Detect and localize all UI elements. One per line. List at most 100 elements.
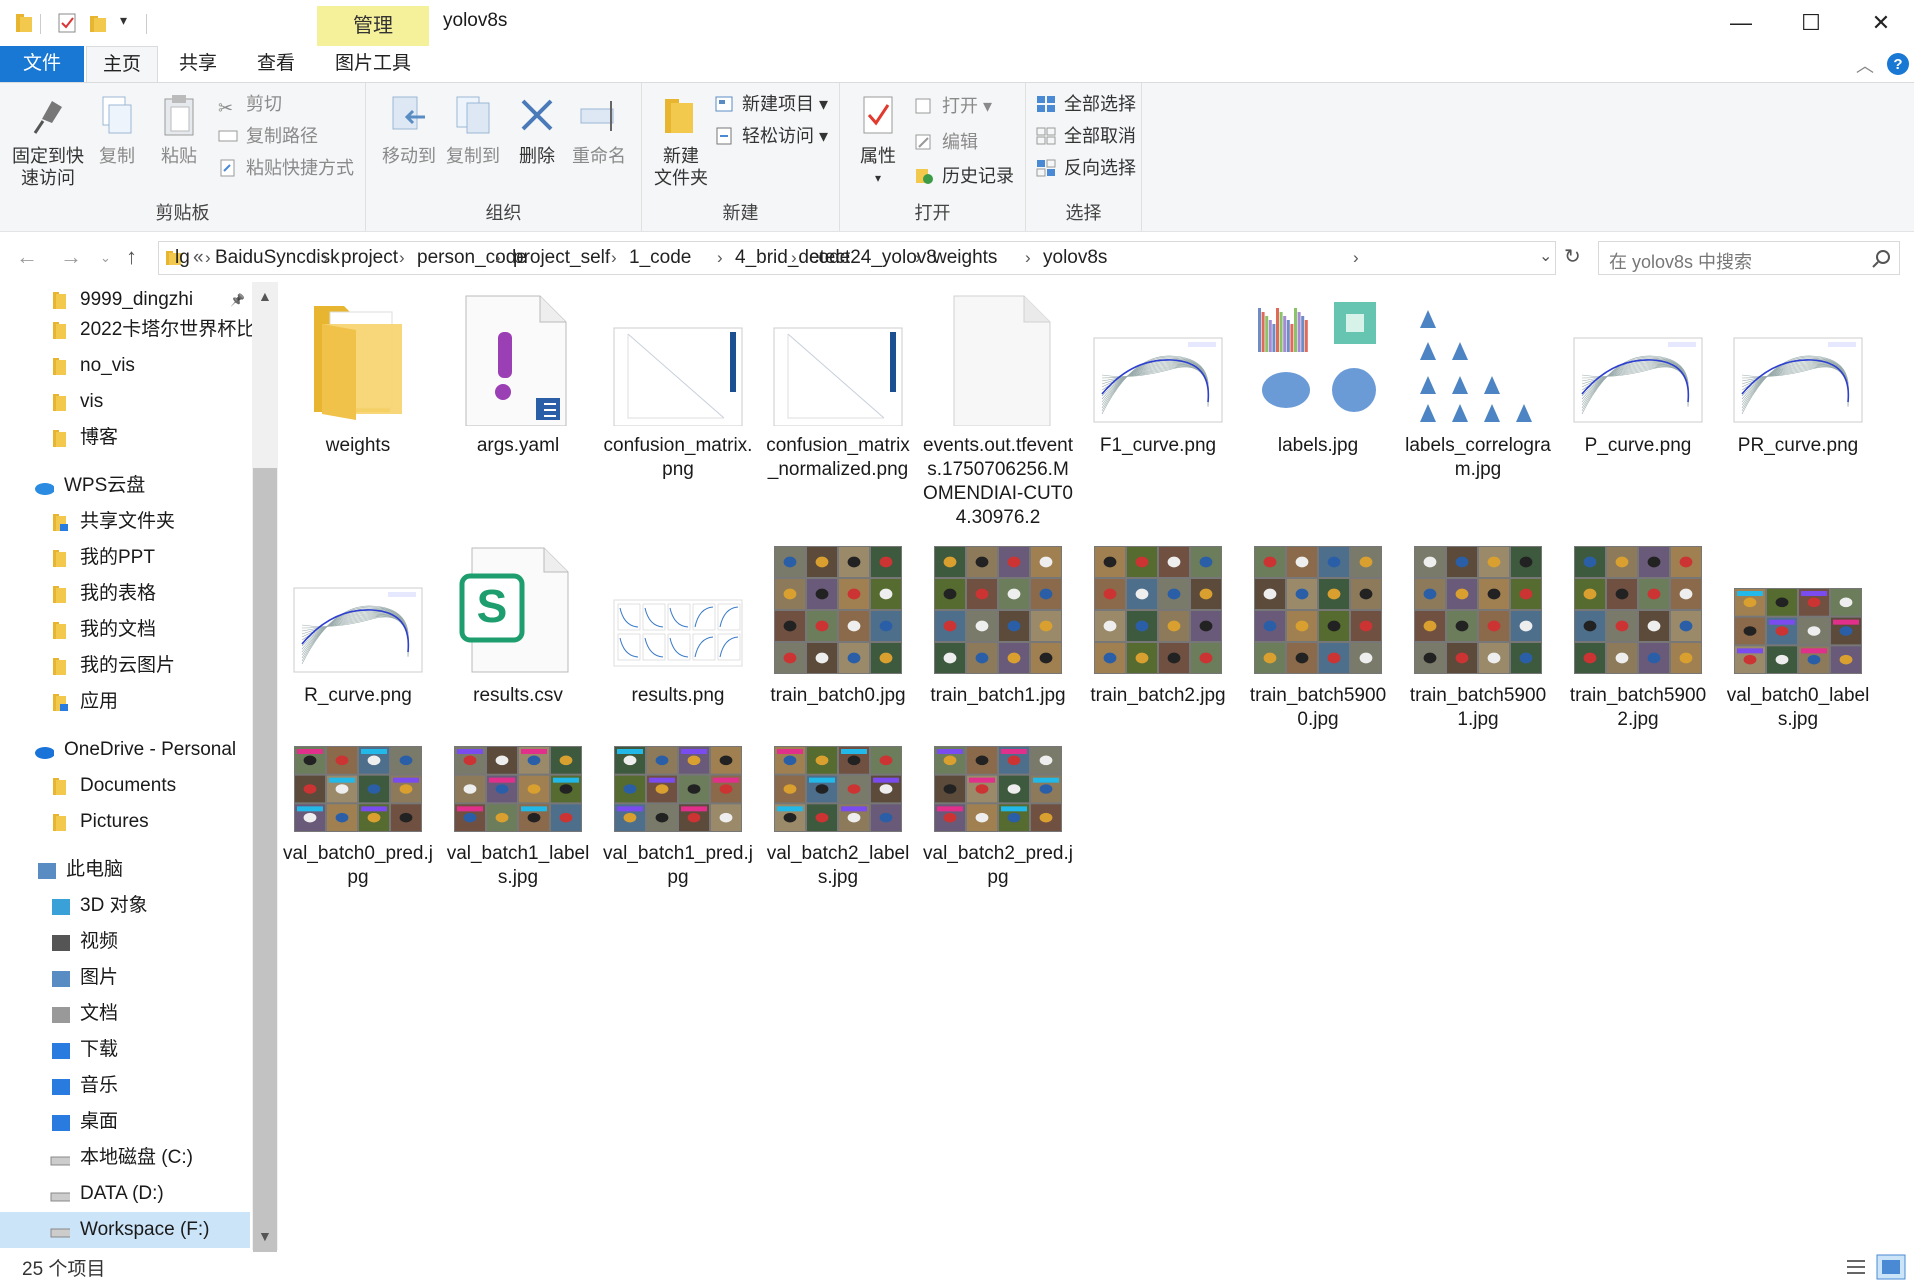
cut-button[interactable]: ✂ 剪切: [218, 91, 282, 118]
file-item[interactable]: val_batch2_labels.jpg: [762, 702, 914, 932]
invert-selection-button[interactable]: 反向选择: [1036, 155, 1136, 181]
breadcrumb-overflow[interactable]: «: [193, 242, 204, 274]
breadcrumb-item[interactable]: project: [341, 242, 398, 274]
new-folder-icon[interactable]: [88, 12, 110, 34]
chevron-right-icon[interactable]: ›: [1025, 242, 1031, 274]
file-item[interactable]: val_batch1_labels.jpg: [442, 702, 594, 932]
sidebar-item[interactable]: 我的表格: [0, 576, 250, 612]
sidebar-item[interactable]: 2022卡塔尔世界杯比赛: [0, 312, 274, 348]
address-dropdown-icon[interactable]: ⌄: [1539, 246, 1552, 266]
breadcrumb-item[interactable]: person_code: [417, 242, 527, 274]
close-button[interactable]: ✕: [1846, 0, 1914, 46]
move-to-button[interactable]: 移动到: [374, 89, 444, 167]
sidebar-item[interactable]: vis: [0, 384, 250, 420]
sidebar-item[interactable]: Documents: [0, 768, 250, 804]
tab-picture-tools[interactable]: 图片工具: [318, 46, 428, 82]
recent-locations-icon[interactable]: ⌄: [100, 250, 111, 266]
sidebar-item[interactable]: Pictures: [0, 804, 250, 840]
file-item[interactable]: labels_correlogram.jpg: [1402, 294, 1554, 524]
sidebar-item[interactable]: 我的PPT: [0, 540, 250, 576]
breadcrumb-item[interactable]: lg: [175, 242, 190, 274]
minimize-button[interactable]: —: [1706, 0, 1776, 46]
chevron-right-icon[interactable]: ›: [915, 242, 921, 274]
context-tab-manage[interactable]: 管理: [317, 6, 429, 46]
file-item[interactable]: weights: [282, 294, 434, 524]
file-item[interactable]: args.yaml: [442, 294, 594, 524]
sidebar-item[interactable]: 视频: [0, 924, 250, 960]
file-item[interactable]: labels.jpg: [1242, 294, 1394, 524]
file-item[interactable]: F1_curve.png: [1082, 294, 1234, 524]
chevron-right-icon[interactable]: ›: [611, 242, 617, 274]
sidebar-item[interactable]: 图片: [0, 960, 250, 996]
pin-quick-access-button[interactable]: 固定到快 速访问: [8, 89, 88, 189]
select-all-button[interactable]: 全部选择: [1036, 91, 1136, 117]
properties-button[interactable]: 属性 ▾: [848, 89, 908, 189]
maximize-button[interactable]: ☐: [1776, 0, 1846, 46]
edit-button[interactable]: 编辑: [914, 129, 978, 155]
tab-home[interactable]: 主页: [86, 46, 158, 82]
file-item[interactable]: PR_curve.png: [1722, 294, 1874, 524]
sidebar-item[interactable]: 本地磁盘 (C:): [0, 1140, 250, 1176]
new-item-button[interactable]: 新建项目 ▾: [714, 91, 828, 117]
file-item[interactable]: train_batch2.jpg: [1082, 544, 1234, 774]
tab-file[interactable]: 文件: [0, 46, 84, 82]
file-item[interactable]: val_batch2_pred.jpg: [922, 702, 1074, 932]
chevron-right-icon[interactable]: ›: [717, 242, 723, 274]
chevron-right-icon[interactable]: ›: [495, 242, 501, 274]
paste-button[interactable]: 粘贴: [146, 89, 212, 167]
sidebar-item[interactable]: 我的云图片: [0, 648, 250, 684]
history-button[interactable]: 历史记录: [914, 163, 1014, 189]
properties-icon[interactable]: [56, 12, 78, 34]
sidebar-item[interactable]: 我的文档: [0, 612, 250, 648]
back-arrow-icon[interactable]: ←: [16, 244, 38, 270]
breadcrumb-item[interactable]: 1_code: [629, 242, 691, 274]
breadcrumb-item[interactable]: yolov8s: [1043, 242, 1107, 274]
file-item[interactable]: train_batch59000.jpg: [1242, 544, 1394, 774]
sidebar-item[interactable]: 文档: [0, 996, 250, 1032]
scroll-down-icon[interactable]: ▼: [258, 1228, 272, 1244]
up-arrow-icon[interactable]: ↑: [126, 244, 137, 270]
chevron-right-icon[interactable]: ›: [323, 242, 329, 274]
chevron-right-icon[interactable]: ›: [399, 242, 405, 274]
sidebar-item[interactable]: Workspace (F:): [0, 1212, 250, 1248]
sidebar-item[interactable]: 桌面: [0, 1104, 250, 1140]
file-item[interactable]: val_batch0_labels.jpg: [1722, 544, 1874, 774]
file-item[interactable]: train_batch59002.jpg: [1562, 544, 1714, 774]
open-button[interactable]: 打开 ▾: [914, 93, 992, 119]
copy-button[interactable]: 复制: [84, 89, 150, 167]
sidebar-item[interactable]: WPS云盘: [0, 468, 250, 504]
rename-button[interactable]: 重命名: [564, 89, 634, 167]
collapse-ribbon-icon[interactable]: ︿: [1856, 52, 1874, 78]
sidebar-item[interactable]: 应用: [0, 684, 250, 720]
large-icons-view-icon[interactable]: [1876, 1254, 1906, 1280]
select-none-button[interactable]: 全部取消: [1036, 123, 1136, 149]
chevron-right-icon[interactable]: ›: [205, 242, 211, 274]
customize-qat-icon[interactable]: ▾: [120, 12, 127, 29]
sidebar-item[interactable]: 此电脑: [0, 852, 250, 888]
copy-path-button[interactable]: 复制路径: [218, 123, 318, 149]
new-folder-button[interactable]: 新建 文件夹: [646, 89, 716, 189]
sidebar-item[interactable]: 共享文件夹: [0, 504, 250, 540]
scroll-up-icon[interactable]: ▲: [258, 288, 272, 304]
refresh-icon[interactable]: ↻: [1564, 244, 1581, 269]
tab-view[interactable]: 查看: [238, 46, 314, 82]
sidebar-item[interactable]: 音乐: [0, 1068, 250, 1104]
sidebar-item[interactable]: DATA (D:): [0, 1176, 250, 1212]
file-item[interactable]: confusion_matrix.png: [602, 294, 754, 524]
tab-share[interactable]: 共享: [160, 46, 236, 82]
paste-shortcut-button[interactable]: 粘贴快捷方式: [218, 155, 354, 181]
file-item[interactable]: val_batch0_pred.jpg: [282, 702, 434, 932]
help-icon[interactable]: ?: [1886, 52, 1910, 76]
chevron-right-icon[interactable]: ›: [791, 242, 797, 274]
chevron-right-icon[interactable]: ›: [1353, 242, 1359, 274]
search-input[interactable]: 在 yolov8s 中搜索: [1598, 241, 1900, 275]
file-item[interactable]: confusion_matrix_normalized.png: [762, 294, 914, 524]
file-item[interactable]: train_batch59001.jpg: [1402, 544, 1554, 774]
delete-button[interactable]: 删除: [504, 89, 570, 167]
sidebar-scrollbar-thumb[interactable]: [253, 468, 277, 1252]
sidebar-item[interactable]: OneDrive - Personal: [0, 732, 250, 768]
copy-to-button[interactable]: 复制到: [438, 89, 508, 167]
sidebar-item[interactable]: 3D 对象: [0, 888, 250, 924]
breadcrumb-item[interactable]: BaiduSyncdisk: [215, 242, 340, 274]
breadcrumb-item[interactable]: project_self: [513, 242, 610, 274]
